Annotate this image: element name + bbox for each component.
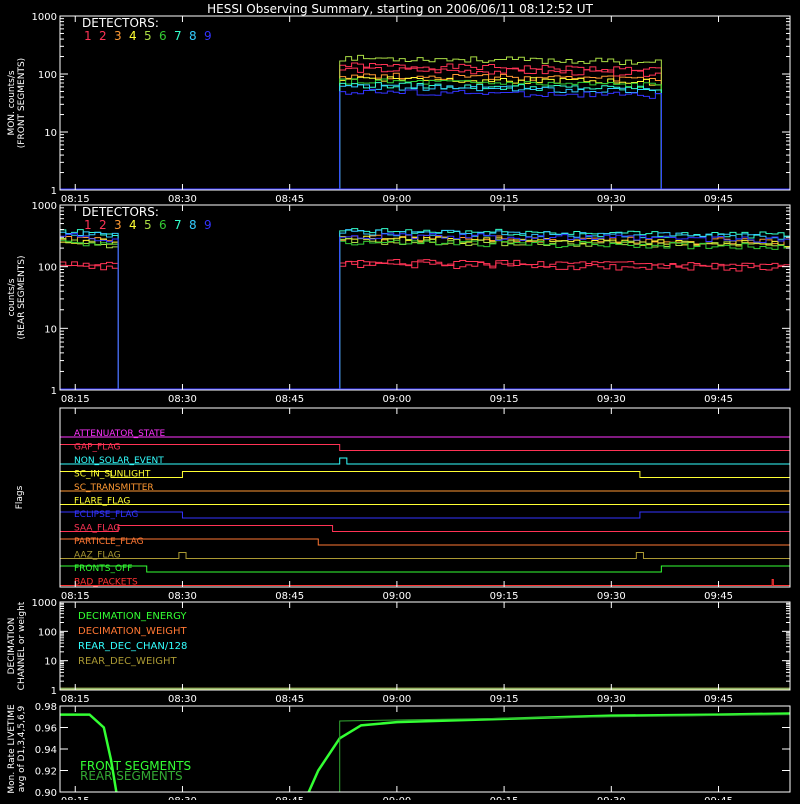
detectors-legend-title: DETECTORS: — [82, 205, 159, 219]
x-tick-label: 08:15 — [61, 591, 90, 602]
x-tick-label: 09:00 — [382, 591, 411, 602]
detector-3-label: 3 — [114, 218, 122, 232]
detector-2-label: 2 — [99, 29, 107, 43]
x-tick-label: 08:15 — [61, 694, 90, 705]
y-tick-label: 0.92 — [35, 767, 57, 778]
detector-8-label: 8 — [189, 29, 197, 43]
x-tick-label: 08:15 — [61, 194, 90, 205]
x-tick-label: 09:30 — [597, 591, 626, 602]
x-tick-label: 08:45 — [275, 694, 304, 705]
x-tick-label: 09:00 — [382, 394, 411, 405]
detectors-legend-title: DETECTORS: — [82, 16, 159, 30]
x-tick-label: 09:15 — [490, 796, 519, 800]
y-axis-label-line: counts/s — [7, 278, 17, 316]
detector-9-label: 9 — [204, 29, 212, 43]
y-axis-label-line: avg of D1,3,4,5,6,9 — [17, 705, 27, 792]
x-tick-label: 09:15 — [490, 394, 519, 405]
figure-canvas: HESSI Observing Summary, starting on 200… — [0, 0, 800, 804]
detector-1-label: 1 — [84, 29, 92, 43]
x-tick-label: 09:45 — [704, 591, 733, 602]
x-tick-label: 09:45 — [704, 694, 733, 705]
legend-rear-dec-weight: REAR_DEC_WEIGHT — [78, 656, 177, 667]
legend-rear-dec-chan-128: REAR_DEC_CHAN/128 — [78, 641, 187, 652]
y-tick-label: 100 — [38, 70, 57, 81]
y-tick-label: 0.98 — [35, 702, 57, 713]
x-tick-label: 08:45 — [275, 394, 304, 405]
x-tick-label: 09:00 — [382, 694, 411, 705]
detector-1-label: 1 — [84, 218, 92, 232]
y-tick-label: 10 — [44, 657, 57, 668]
x-tick-label: 09:45 — [704, 796, 733, 800]
detector-3-label: 3 — [114, 29, 122, 43]
y-tick-label: 1000 — [32, 12, 57, 23]
legend-decimation-energy: DECIMATION_ENERGY — [78, 611, 187, 622]
x-tick-label: 09:15 — [490, 194, 519, 205]
y-axis-label: MON. counts/s(FRONT SEGMENTS) — [7, 58, 27, 148]
detector-6-label: 6 — [159, 218, 167, 232]
y-axis-label: Flags — [15, 485, 25, 509]
x-tick-label: 09:30 — [597, 796, 626, 800]
y-tick-label: 1 — [51, 686, 57, 697]
y-tick-label: 1 — [51, 386, 57, 397]
y-axis-label-line: Mon. Rate LIVETIME — [7, 704, 17, 794]
y-axis-label-line: MON. counts/s — [7, 70, 17, 135]
detector-4-label: 4 — [129, 218, 137, 232]
detector-4-label: 4 — [129, 29, 137, 43]
x-tick-label: 08:30 — [168, 694, 197, 705]
x-tick-label: 08:45 — [275, 796, 304, 800]
figure-title: HESSI Observing Summary, starting on 200… — [207, 2, 593, 16]
y-axis-label-line: (REAR SEGMENTS) — [17, 255, 27, 339]
legend-decimation-weight: DECIMATION_WEIGHT — [78, 626, 187, 637]
x-tick-label: 08:15 — [61, 394, 90, 405]
x-tick-label: 09:00 — [382, 194, 411, 205]
x-tick-label: 09:15 — [490, 694, 519, 705]
y-tick-label: 1000 — [32, 598, 57, 609]
x-tick-label: 08:30 — [168, 796, 197, 800]
y-tick-label: 1000 — [32, 201, 57, 212]
hessi-summary-figure: HESSI Observing Summary, starting on 200… — [0, 0, 800, 804]
y-tick-label: 10 — [44, 324, 57, 335]
y-tick-label: 0.94 — [35, 745, 57, 756]
x-tick-label: 08:45 — [275, 591, 304, 602]
detector-8-label: 8 — [189, 218, 197, 232]
x-tick-label: 09:30 — [597, 394, 626, 405]
x-tick-label: 08:15 — [61, 796, 90, 800]
y-axis-label-line: Flags — [15, 485, 25, 509]
detector-7-label: 7 — [174, 218, 182, 232]
detector-2-label: 2 — [99, 218, 107, 232]
detector-9-label: 9 — [204, 218, 212, 232]
detector-6-label: 6 — [159, 29, 167, 43]
x-tick-label: 08:30 — [168, 591, 197, 602]
y-axis-label-line: CHANNEL or weight — [17, 601, 27, 690]
x-tick-label: 09:30 — [597, 694, 626, 705]
y-axis-label: Mon. Rate LIVETIMEavg of D1,3,4,5,6,9 — [7, 704, 27, 794]
x-tick-label: 09:15 — [490, 591, 519, 602]
detector-7-label: 7 — [174, 29, 182, 43]
detector-5-label: 5 — [144, 218, 152, 232]
x-tick-label: 09:00 — [382, 796, 411, 800]
y-tick-label: 1 — [51, 186, 57, 197]
x-tick-label: 08:30 — [168, 394, 197, 405]
y-tick-label: 0.96 — [35, 724, 57, 735]
y-tick-label: 0.90 — [35, 788, 57, 799]
legend-rear-segments: REAR SEGMENTS — [80, 769, 183, 783]
x-tick-label: 09:45 — [704, 394, 733, 405]
y-axis-label-line: DECIMATION — [7, 618, 17, 675]
y-tick-label: 100 — [38, 627, 57, 638]
y-tick-label: 100 — [38, 263, 57, 274]
detector-5-label: 5 — [144, 29, 152, 43]
x-tick-label: 08:45 — [275, 194, 304, 205]
y-axis-label-line: (FRONT SEGMENTS) — [17, 58, 27, 148]
x-tick-label: 08:30 — [168, 194, 197, 205]
x-tick-label: 09:30 — [597, 194, 626, 205]
y-tick-label: 10 — [44, 128, 57, 139]
x-tick-label: 09:45 — [704, 194, 733, 205]
